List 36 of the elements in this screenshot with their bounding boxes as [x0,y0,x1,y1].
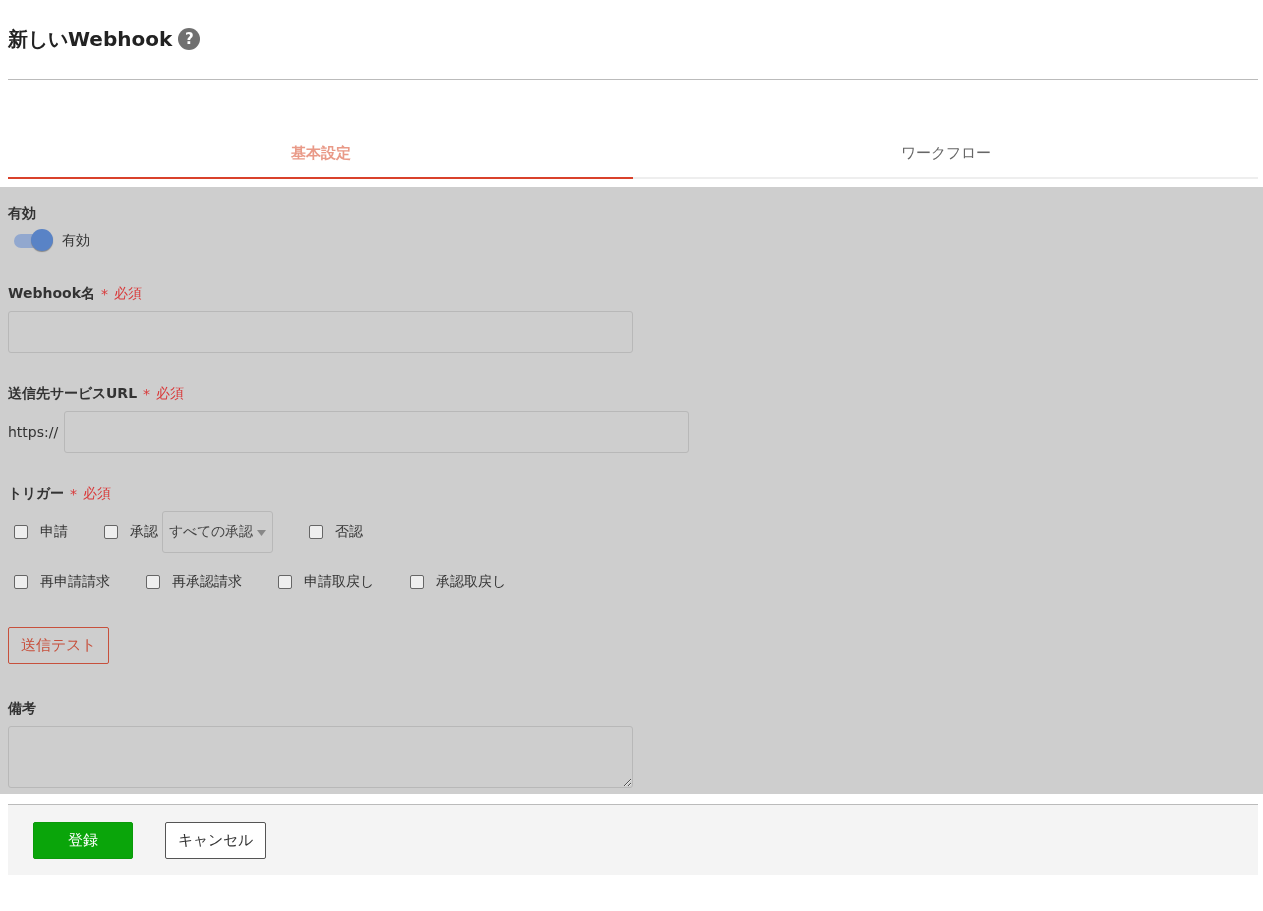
url-prefix: https:// [8,424,59,440]
page-title: 新しいWebhook [8,25,173,53]
checkbox[interactable] [14,525,28,539]
checkbox-label: 再申請請求 [40,573,110,591]
register-button[interactable]: 登録 [33,821,133,859]
field-label: トリガー [8,485,64,503]
field-label: Webhook名 [8,285,95,303]
field-label: 送信先サービスURL [8,385,138,403]
help-icon[interactable]: ? [178,28,201,50]
field-label: 備考 [8,700,37,718]
checkbox[interactable] [14,575,28,589]
required-mark: * [143,386,151,402]
checkbox-label: 申請取戻し [304,573,374,591]
required-text: 必須 [83,485,111,503]
required-text: 必須 [156,385,185,403]
cancel-button[interactable]: キャンセル [165,821,266,859]
toggle-label: 有効 [62,232,90,250]
tab[interactable]: ワークフロー [633,132,1258,179]
caret-icon [257,530,266,536]
checkbox[interactable] [146,575,160,589]
required-mark: * [70,486,77,502]
checkbox[interactable] [104,525,118,539]
checkbox-label: 申請 [40,523,68,541]
checkbox[interactable] [309,525,323,539]
required-text: 必須 [114,285,142,303]
required-mark: * [101,286,108,302]
checkbox-label: 再承認請求 [172,573,242,591]
checkbox[interactable] [278,575,292,589]
checkbox-label: 承認取戻し [436,573,506,591]
checkbox-label: 否認 [335,523,363,541]
field-label: 有効 [8,205,37,223]
approval-dropdown[interactable]: すべての承認 [162,511,273,553]
send-test-button[interactable]: 送信テスト [8,627,109,664]
notes-field[interactable] [8,726,633,788]
checkbox[interactable] [410,575,424,589]
checkbox-label: 承認 [130,523,158,541]
